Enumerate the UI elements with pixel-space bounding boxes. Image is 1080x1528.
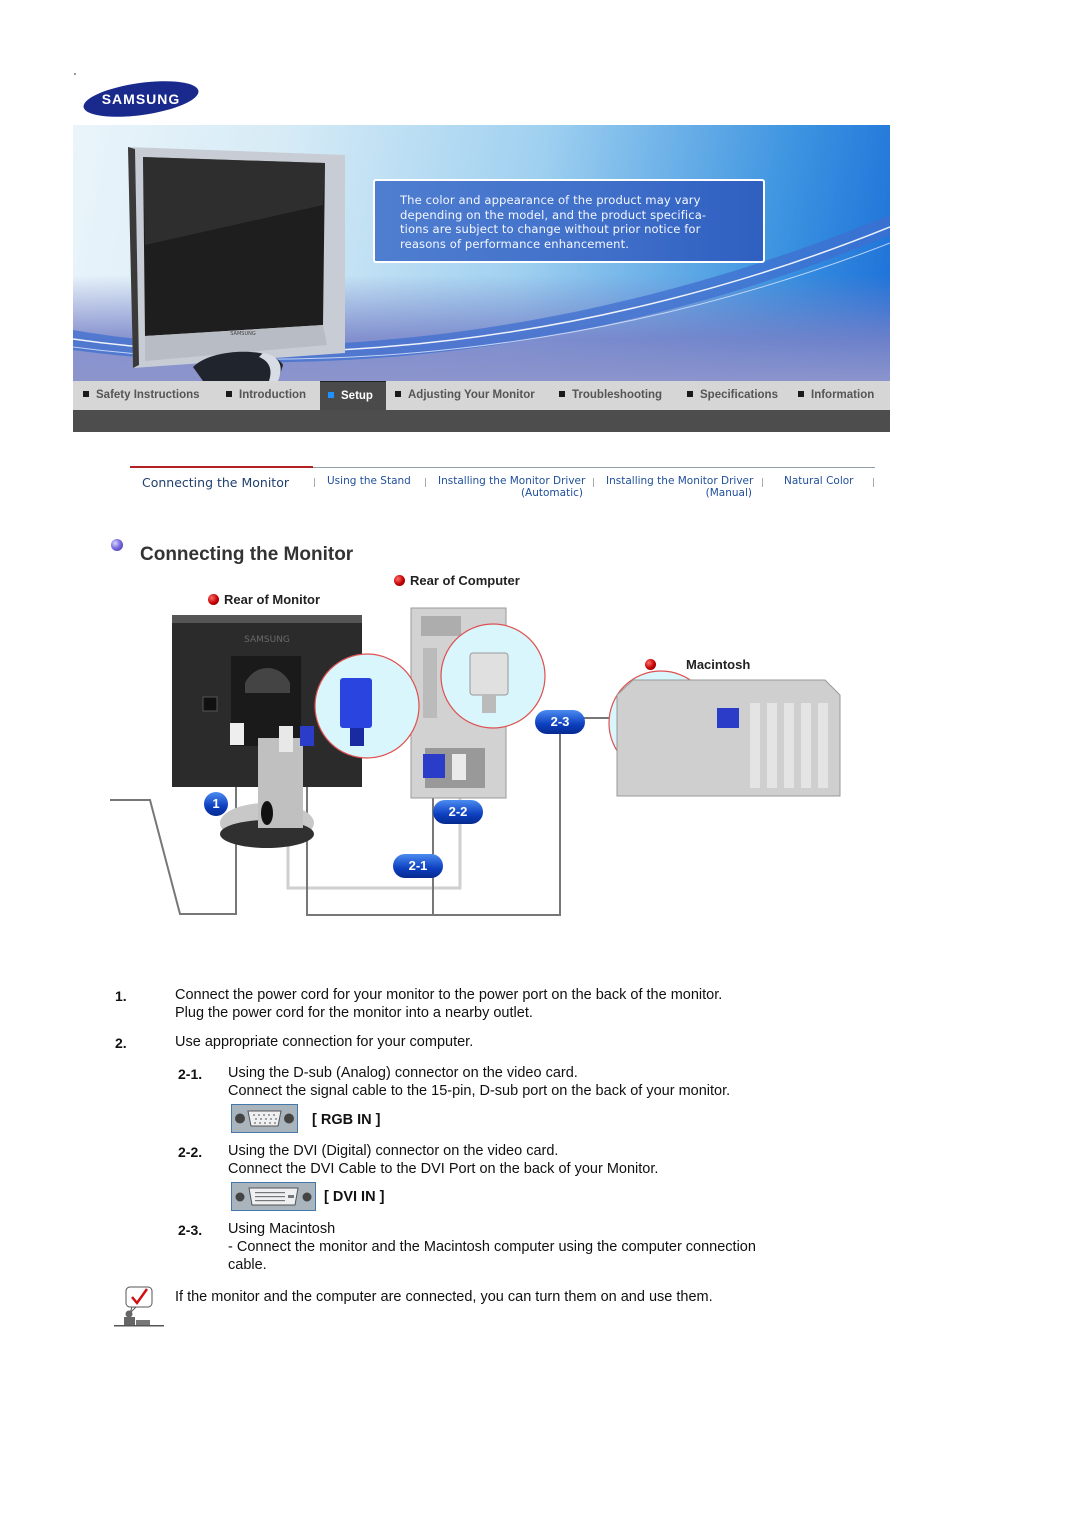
nav-label: Safety Instructions — [96, 389, 200, 401]
decorative-dot — [74, 73, 76, 75]
nav-item-information[interactable]: Information — [798, 381, 874, 410]
hero-banner: SAMSUNG The color and appearance of the … — [73, 125, 890, 381]
bullet-icon — [687, 391, 693, 397]
step-2-2-text: Using the DVI (Digital) connector on the… — [228, 1142, 658, 1178]
rgb-in-label: [ RGB IN ] — [312, 1112, 381, 1128]
subnav-separator — [873, 478, 874, 487]
step-line: Using the DVI (Digital) connector on the… — [228, 1143, 559, 1159]
red-bullet-icon — [394, 575, 405, 586]
nav-label: Information — [811, 389, 875, 401]
monitor-illustration: SAMSUNG — [128, 147, 345, 381]
label-text: Macintosh — [686, 657, 751, 672]
subnav-separator — [762, 478, 763, 487]
bullet-icon — [226, 391, 232, 397]
subnav-label: Installing the Monitor Driver — [438, 475, 586, 487]
disclaimer-box: The color and appearance of the product … — [373, 179, 765, 263]
badge-step-1: 1 — [204, 792, 228, 816]
subnav-separator — [314, 478, 315, 487]
nav-label: Setup — [341, 390, 373, 402]
step-number: 2-1. — [178, 1066, 203, 1082]
dsub-connector-icon — [231, 1104, 298, 1133]
samsung-logo: SAMSUNG — [83, 81, 199, 117]
disclaimer-text: The color and appearance of the product … — [400, 193, 707, 251]
red-bullet-icon — [208, 594, 219, 605]
diagram-artwork: SAMSUNG — [110, 607, 841, 916]
step-line: Connect the DVI Cable to the DVI Port on… — [228, 1161, 659, 1177]
nav-label: Introduction — [239, 389, 307, 401]
bullet-icon — [83, 391, 89, 397]
badge-step-2-1: 2-1 — [393, 854, 443, 878]
step-2-3-text: Using Macintosh - Connect the monitor an… — [228, 1220, 756, 1274]
step-line: - Connect the monitor and the Macintosh … — [228, 1239, 756, 1255]
label-rear-of-computer: Rear of Computer — [394, 573, 520, 588]
page-title: Connecting the Monitor — [140, 544, 354, 565]
nav-item-safety-instructions[interactable]: Safety Instructions — [83, 381, 200, 410]
step-2-1-text: Using the D-sub (Analog) connector on th… — [228, 1064, 730, 1100]
subnav-connecting-the-monitor[interactable]: Connecting the Monitor — [142, 475, 289, 490]
bullet-icon — [395, 391, 401, 397]
subnav-sublabel: (Automatic) — [520, 487, 583, 499]
svg-text:SAMSUNG: SAMSUNG — [244, 635, 290, 645]
step-line: Connect the signal cable to the 15-pin, … — [228, 1083, 731, 1099]
connection-diagram: SAMSUNG Rear of Monitor Rear of Computer… — [105, 568, 850, 928]
step-number: 2. — [115, 1035, 127, 1051]
svg-text:SAMSUNG: SAMSUNG — [230, 331, 256, 337]
label-macintosh: Macintosh — [645, 657, 750, 672]
step-line: Plug the power cord for the monitor into… — [175, 1005, 533, 1021]
step-number: 2-2. — [178, 1144, 203, 1160]
dvi-in-label: [ DVI IN ] — [324, 1189, 385, 1205]
label-rear-of-monitor: Rear of Monitor — [208, 592, 320, 607]
label-text: Rear of Monitor — [224, 592, 321, 607]
step-1-text: Connect the power cord for your monitor … — [175, 986, 722, 1022]
dvi-connector-icon — [231, 1182, 316, 1211]
bullet-icon — [798, 391, 804, 397]
step-line: cable. — [228, 1257, 267, 1273]
nav-label: Adjusting Your Monitor — [408, 389, 535, 401]
step-line: Using the D-sub (Analog) connector on th… — [228, 1065, 578, 1081]
bullet-icon — [328, 392, 334, 398]
step-line: Connect the power cord for your monitor … — [175, 987, 723, 1003]
note-text: If the monitor and the computer are conn… — [175, 1289, 713, 1305]
nav-label: Troubleshooting — [572, 389, 663, 401]
red-bullet-icon — [645, 659, 656, 670]
svg-text:SAMSUNG: SAMSUNG — [102, 91, 181, 107]
nav-item-introduction[interactable]: Introduction — [226, 381, 306, 410]
subnav-sublabel: (Manual) — [705, 487, 752, 499]
macintosh-case — [616, 679, 841, 797]
nav-label: Specifications — [700, 389, 778, 401]
subnav-natural-color[interactable]: Natural Color — [784, 475, 853, 487]
step-line: Using Macintosh — [228, 1221, 336, 1237]
subnav-using-the-stand[interactable]: Using the Stand — [327, 475, 411, 487]
label-text: Rear of Computer — [410, 573, 520, 588]
nav-item-setup[interactable]: Setup — [320, 381, 386, 410]
subnav-install-driver-manual[interactable]: Installing the Monitor Driver (Manual) — [606, 475, 754, 499]
subnav-install-driver-automatic[interactable]: Installing the Monitor Driver (Automatic… — [438, 475, 586, 499]
badge-step-2-2: 2-2 — [433, 800, 483, 824]
title-bullet-icon — [111, 539, 123, 551]
bullet-icon — [559, 391, 565, 397]
step-number: 2-3. — [178, 1222, 203, 1238]
subnav-line — [313, 467, 875, 468]
subnav-separator — [425, 478, 426, 487]
nav-item-specifications[interactable]: Specifications — [687, 381, 778, 410]
step-2-text: Use appropriate connection for your comp… — [175, 1034, 474, 1050]
subnav-active-line — [130, 466, 313, 468]
nav-item-troubleshooting[interactable]: Troubleshooting — [559, 381, 662, 410]
nav-underbar — [73, 410, 890, 432]
nav-item-adjusting-your-monitor[interactable]: Adjusting Your Monitor — [395, 381, 535, 410]
step-number: 1. — [115, 988, 127, 1004]
badge-step-2-3: 2-3 — [535, 710, 585, 734]
subnav-separator — [593, 478, 594, 487]
note-checkmark-icon — [114, 1286, 164, 1327]
main-nav: Safety Instructions Introduction Setup A… — [73, 381, 890, 410]
subnav-label: Installing the Monitor Driver — [606, 475, 754, 487]
